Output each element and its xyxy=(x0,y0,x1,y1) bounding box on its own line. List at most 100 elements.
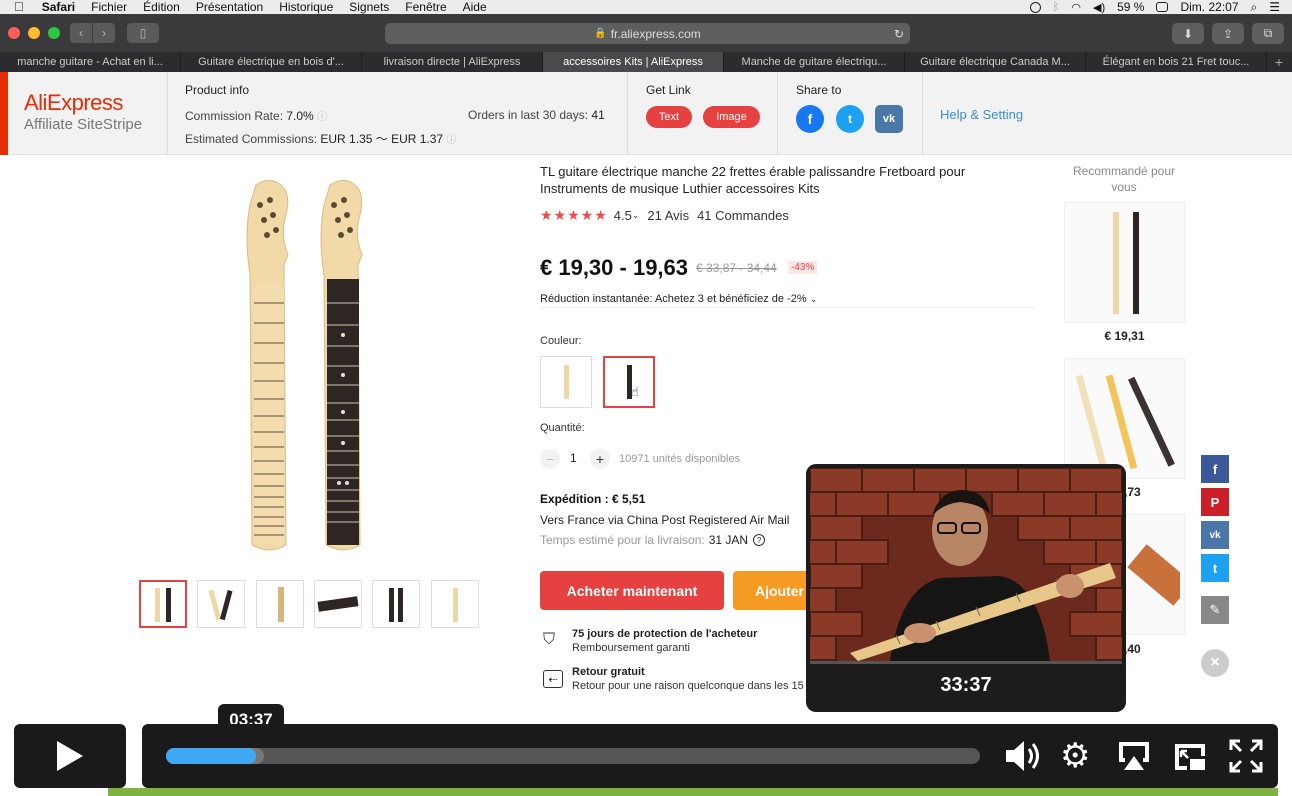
tab-7[interactable]: Élégant en bois 21 Fret touc... xyxy=(1086,52,1267,72)
reviews-link[interactable]: 21 Avis xyxy=(647,208,689,223)
add-to-cart-button[interactable]: Ajouter xyxy=(733,571,813,610)
menu-edition[interactable]: Édition xyxy=(135,0,188,14)
settings-gear-icon[interactable]: ⚙ xyxy=(1060,738,1090,774)
clock[interactable]: Dim. 22:07 xyxy=(1180,0,1238,14)
delivery-label: Temps estimé pour la livraison: xyxy=(540,533,705,547)
aliexpress-logo[interactable]: AliExpress xyxy=(24,90,123,116)
vk-icon[interactable]: vk xyxy=(875,105,903,133)
tab-4-active[interactable]: accessoires Kits | AliExpress xyxy=(543,52,724,72)
quantity-input[interactable]: 1 xyxy=(570,451,577,465)
help-icon[interactable]: ? xyxy=(753,534,766,546)
delivery-value: 31 JAN xyxy=(708,533,749,547)
recommended-item-1[interactable] xyxy=(1064,202,1185,323)
menu-fenetre[interactable]: Fenêtre xyxy=(397,0,454,14)
share-button[interactable]: ⇪ xyxy=(1212,23,1244,44)
downloads-button[interactable]: ⬇ xyxy=(1172,23,1204,44)
buy-now-button[interactable]: Acheter maintenant xyxy=(540,571,724,610)
wifi-icon[interactable]: ◠ xyxy=(1071,1,1081,14)
divider xyxy=(167,72,168,155)
volume-icon[interactable]: ◀) xyxy=(1093,1,1105,14)
minimize-window-button[interactable] xyxy=(28,27,40,39)
recommended-title: Recommandé pour vous xyxy=(1072,164,1176,194)
pip-progress-track[interactable] xyxy=(810,661,1122,664)
menu-app-safari[interactable]: Safari xyxy=(34,0,83,14)
tab-5[interactable]: Manche de guitare électriqu... xyxy=(724,52,905,72)
volume-icon[interactable] xyxy=(1004,738,1040,779)
free-return-title: Retour gratuit xyxy=(572,666,645,678)
get-link-title: Get Link xyxy=(646,83,691,97)
thumbnail-2[interactable] xyxy=(197,580,245,628)
divider xyxy=(540,307,1035,308)
close-share-icon[interactable]: × xyxy=(1201,649,1229,677)
forward-button[interactable]: › xyxy=(93,23,115,43)
color-label: Couleur: xyxy=(540,335,582,347)
new-tab-button[interactable]: + xyxy=(1267,52,1291,72)
facebook-icon[interactable]: f xyxy=(796,105,824,133)
quantity-label: Quantité: xyxy=(540,422,585,434)
battery-icon[interactable] xyxy=(1156,2,1169,12)
recommended-item-2[interactable] xyxy=(1064,358,1185,479)
sidebar-toggle-button[interactable]: ▯ xyxy=(127,23,159,43)
play-button[interactable] xyxy=(14,724,126,788)
chevron-down-icon[interactable]: ⌄ xyxy=(632,210,640,221)
thumbnail-5[interactable] xyxy=(372,580,420,628)
rating-value[interactable]: 4.5 xyxy=(614,208,632,223)
edit-share-icon[interactable]: ✎ xyxy=(1201,596,1229,624)
tab-3[interactable]: livraison directe | AliExpress xyxy=(362,52,543,72)
tab-overview-button[interactable]: ⧉ xyxy=(1252,23,1284,44)
product-main-image[interactable] xyxy=(200,175,420,555)
seek-bar[interactable] xyxy=(166,748,980,764)
shipping-method[interactable]: Vers France via China Post Registered Ai… xyxy=(540,513,789,527)
spotlight-search-icon[interactable]: ⌕ xyxy=(1251,0,1258,15)
stripe-accent-bar xyxy=(0,72,8,155)
tab-1[interactable]: manche guitare - Achat en li... xyxy=(0,52,181,72)
menu-bar:  Safari Fichier Édition Présentation Hi… xyxy=(0,0,1292,14)
screen-record-icon[interactable] xyxy=(1029,1,1041,13)
address-bar[interactable]: 🔒 fr.aliexpress.com ↻ xyxy=(385,23,910,44)
quantity-increase-button[interactable]: + xyxy=(590,449,610,469)
bluetooth-icon[interactable]: ᛒ xyxy=(1053,1,1060,13)
menu-historique[interactable]: Historique xyxy=(271,0,341,14)
get-link-image-button[interactable]: Image xyxy=(703,106,760,128)
menu-presentation[interactable]: Présentation xyxy=(188,0,271,14)
fullscreen-icon[interactable] xyxy=(1228,738,1264,779)
reload-icon[interactable]: ↻ xyxy=(894,27,904,41)
close-window-button[interactable] xyxy=(8,27,20,39)
quantity-decrease-button[interactable]: − xyxy=(540,449,560,469)
info-icon[interactable]: ⓘ xyxy=(446,135,456,146)
promo-line[interactable]: Réduction instantanée: Achetez 3 et béné… xyxy=(540,293,817,305)
apple-icon[interactable]:  xyxy=(0,0,34,14)
sitestripe-subtitle: Affiliate SiteStripe xyxy=(24,116,143,133)
vk-share-icon[interactable]: vk xyxy=(1201,521,1229,549)
old-price: € 33,87 - 34,44 xyxy=(696,261,777,275)
thumbnail-4[interactable] xyxy=(314,580,362,628)
airplay-icon[interactable] xyxy=(1116,738,1152,779)
twitter-icon[interactable]: t xyxy=(836,105,864,133)
video-pip-window[interactable]: 33:37 xyxy=(806,464,1126,712)
recommended-price-2: ,73 xyxy=(1124,485,1141,499)
zoom-window-button[interactable] xyxy=(48,27,60,39)
info-icon[interactable]: ⓘ xyxy=(317,112,327,123)
color-option-maple[interactable] xyxy=(540,356,592,408)
thumbnail-1-selected[interactable] xyxy=(139,580,187,628)
pinterest-share-icon[interactable]: P xyxy=(1201,488,1229,516)
tab-6[interactable]: Guitare électrique Canada M... xyxy=(905,52,1086,72)
menu-aide[interactable]: Aide xyxy=(455,0,495,14)
notification-center-icon[interactable]: ☰ xyxy=(1269,0,1280,14)
divider xyxy=(777,72,778,155)
color-option-rosewood-selected[interactable]: ☝ xyxy=(603,356,655,408)
menu-fichier[interactable]: Fichier xyxy=(83,0,135,14)
help-setting-link[interactable]: Help & Setting xyxy=(940,107,1023,122)
video-frame xyxy=(810,468,1122,661)
picture-in-picture-icon[interactable] xyxy=(1172,738,1208,779)
menu-signets[interactable]: Signets xyxy=(341,0,397,14)
facebook-share-icon[interactable]: f xyxy=(1201,455,1229,483)
get-link-text-button[interactable]: Text xyxy=(646,106,692,128)
orders-last-30: Orders in last 30 days: 41 xyxy=(468,108,605,122)
back-button[interactable]: ‹ xyxy=(70,23,92,43)
tab-2[interactable]: Guitare électrique en bois d'... xyxy=(181,52,362,72)
thumbnail-3[interactable] xyxy=(256,580,304,628)
estimated-value: EUR 1.35 ～ EUR 1.37 xyxy=(320,132,444,146)
thumbnail-6[interactable] xyxy=(431,580,479,628)
twitter-share-icon[interactable]: t xyxy=(1201,554,1229,582)
